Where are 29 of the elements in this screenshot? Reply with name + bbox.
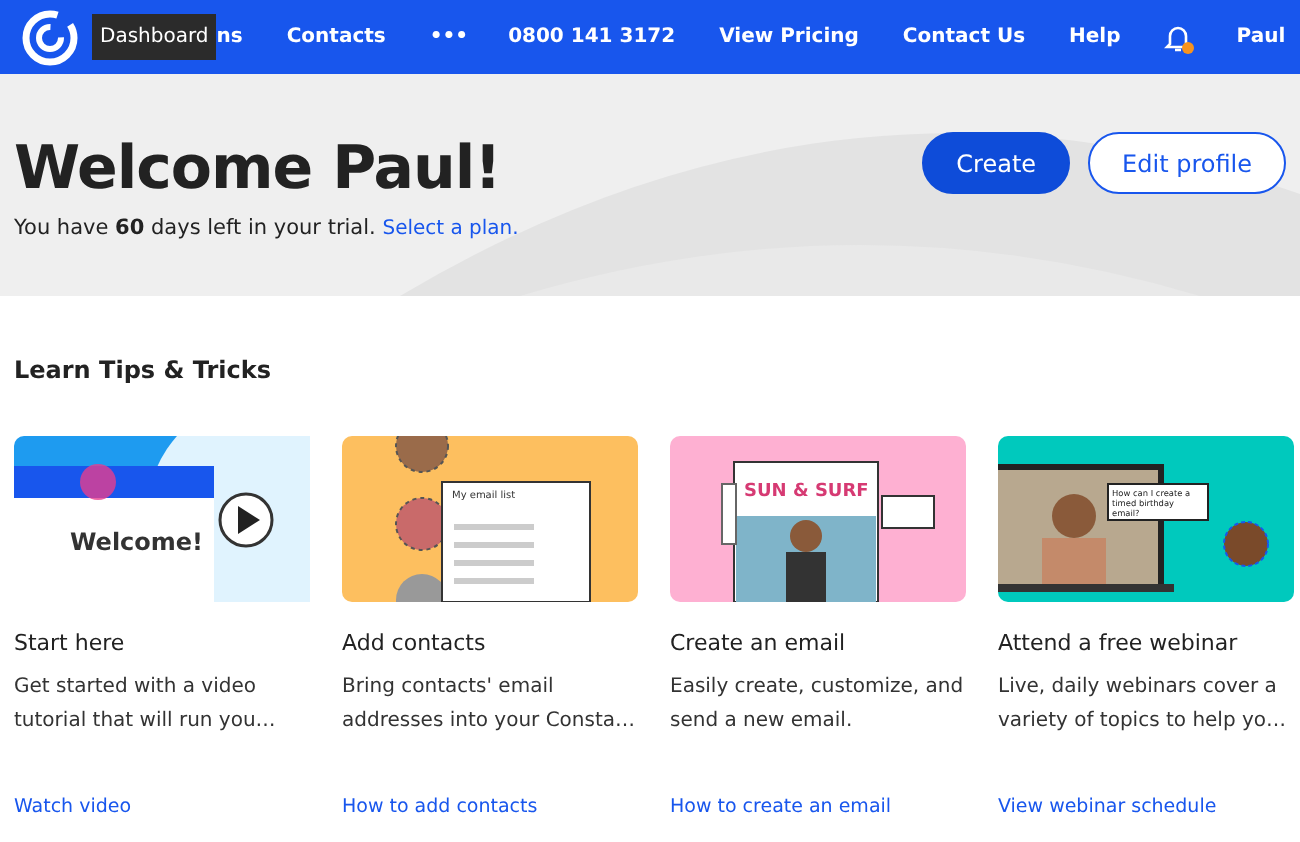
nav-link[interactable]: 0800 141 3172 <box>508 26 676 48</box>
welcome-heading: Welcome Paul! <box>14 134 503 204</box>
tooltip: Dashboard <box>92 14 217 60</box>
more-menu[interactable]: ••• <box>429 26 469 48</box>
card-link[interactable]: How to create an email <box>670 796 892 818</box>
user-menu[interactable]: Paul <box>1236 26 1300 48</box>
nav-link[interactable]: Help <box>1069 26 1121 48</box>
select-plan-link[interactable]: Select a plan. <box>382 218 519 240</box>
card-title: Add contacts <box>342 630 488 656</box>
illustration-text: Welcome! <box>70 528 204 556</box>
nav-link[interactable]: Contacts <box>286 26 386 48</box>
trial-text: You have 60 days left in your trial. Select a plan. <box>14 216 521 240</box>
nav-link[interactable]: Contact Us <box>902 26 1026 48</box>
card-link[interactable]: How to add contacts <box>342 796 538 818</box>
card-description: Get started with a video tutorial that will run you… <box>14 674 278 735</box>
edit-profile-button[interactable]: Edit profile <box>1088 132 1286 194</box>
card-link[interactable]: View webinar schedule <box>998 796 1217 818</box>
card-description: Easily create, customize, and send a new email. <box>670 674 966 735</box>
nav-link[interactable]: ns <box>216 26 243 48</box>
card-title: Create an email <box>670 630 848 656</box>
create-button[interactable]: Create <box>922 132 1071 194</box>
nav-link[interactable]: View Pricing <box>719 26 859 48</box>
card-title: Attend a free webinar <box>998 630 1240 656</box>
card-description: Live, daily webinars cover a variety of topics to help yo… <box>998 674 1289 735</box>
card-title: Start here <box>14 630 127 656</box>
card-description: Bring contacts' email addresses into your Consta… <box>342 674 638 735</box>
section-heading: Learn Tips & Tricks <box>14 356 274 384</box>
card-link[interactable]: Watch video <box>14 796 132 818</box>
illustration-text: SUN & SURF <box>744 482 869 502</box>
